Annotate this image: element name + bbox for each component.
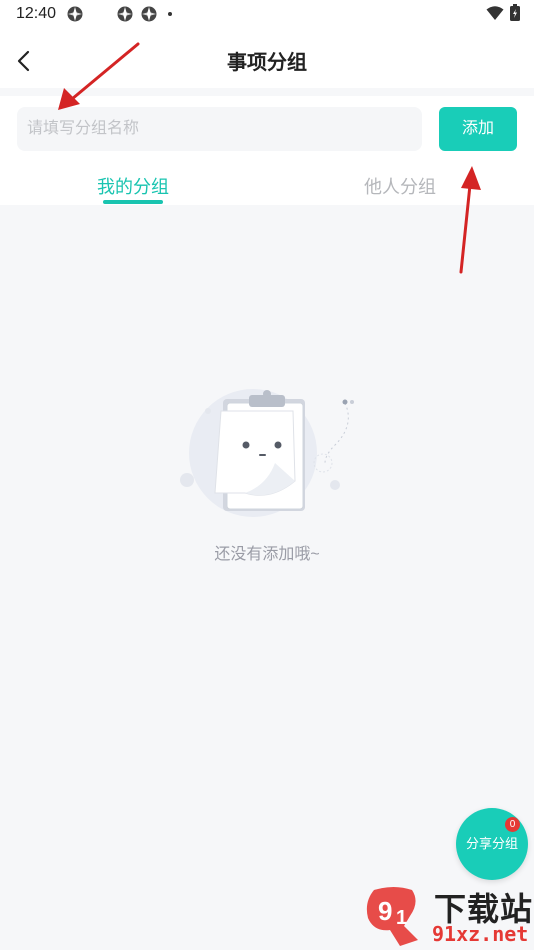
svg-text:1: 1 <box>396 907 407 929</box>
share-count-badge: 0 <box>505 817 520 832</box>
annotation-arrow-input <box>58 42 140 110</box>
annotation-arrow-add <box>459 166 481 274</box>
annotation-arrows <box>58 42 481 274</box>
svg-text:9: 9 <box>378 896 392 926</box>
watermark-site: 91xz.net <box>432 922 529 946</box>
empty-clipboard-illustration <box>180 389 354 517</box>
empty-state-text: 还没有添加哦~ <box>214 546 320 563</box>
